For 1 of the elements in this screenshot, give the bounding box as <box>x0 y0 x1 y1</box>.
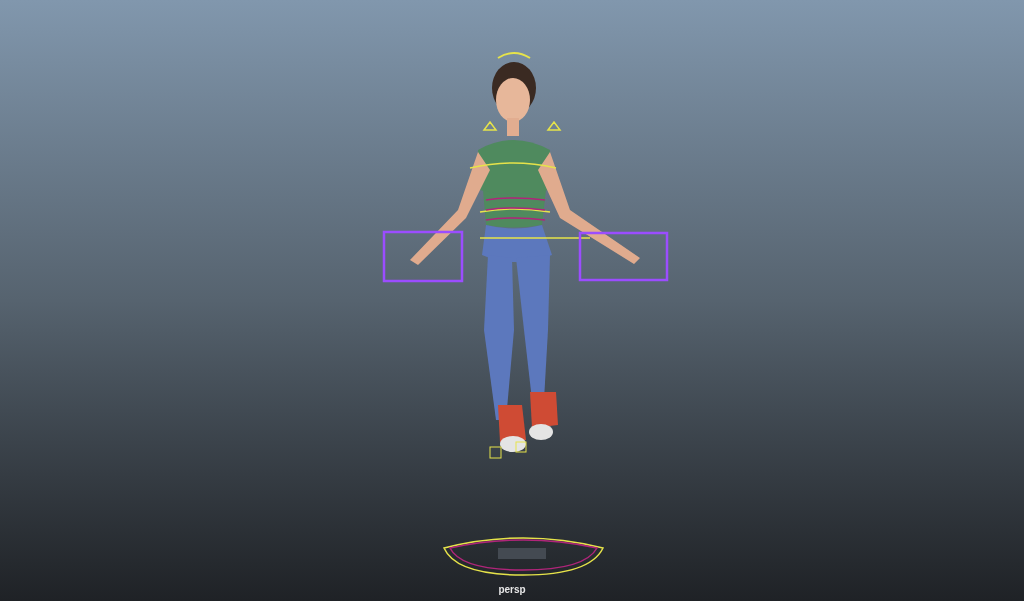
camera-label: persp <box>498 583 526 597</box>
